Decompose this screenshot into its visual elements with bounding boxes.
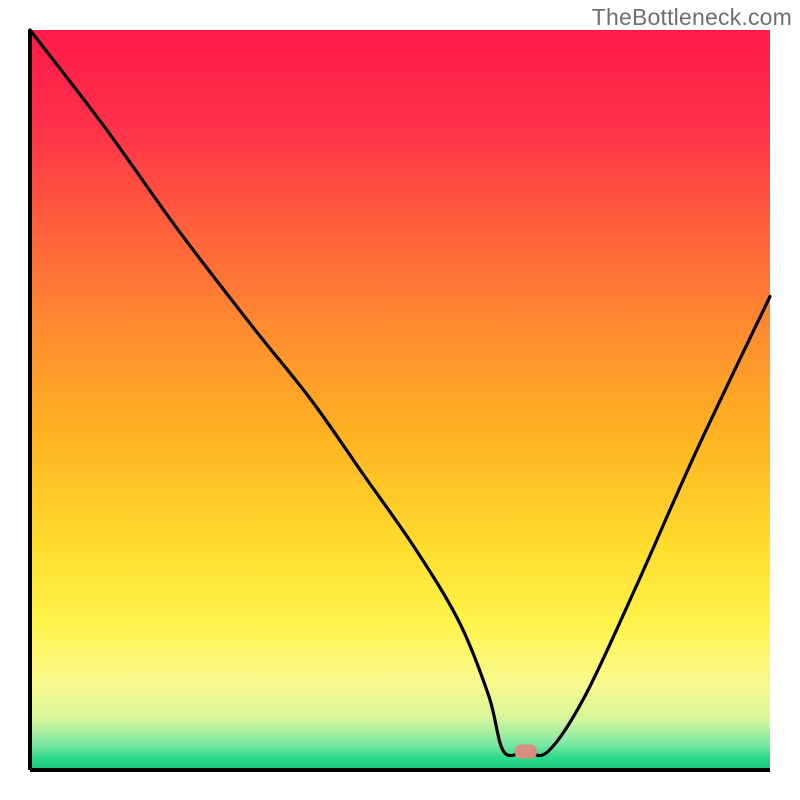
watermark-text: TheBottleneck.com [592, 4, 792, 31]
optimal-marker [515, 745, 537, 759]
bottleneck-chart: TheBottleneck.com [0, 0, 800, 800]
chart-svg [0, 0, 800, 800]
plot-background [30, 30, 770, 770]
